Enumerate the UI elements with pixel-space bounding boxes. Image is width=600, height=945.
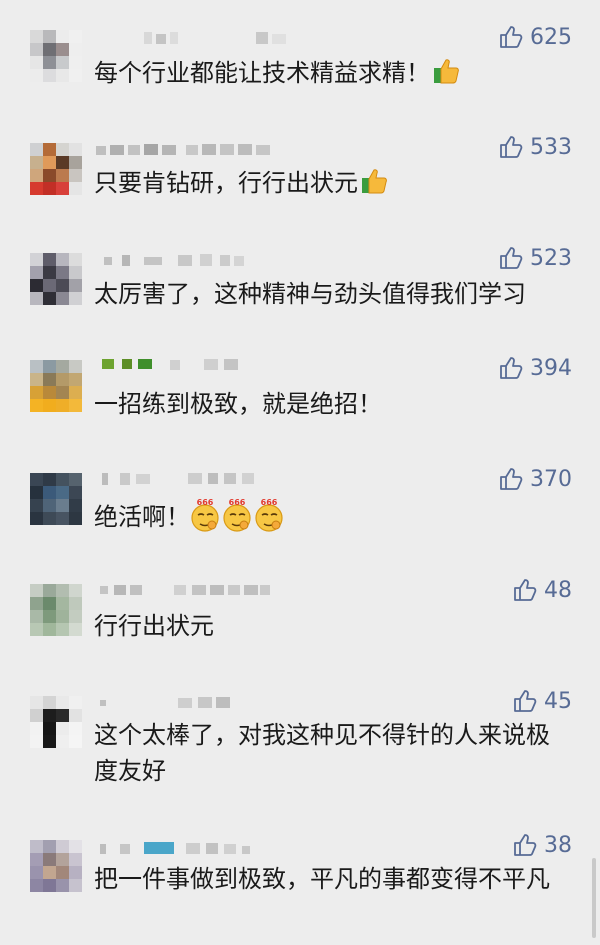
- like-count: 48: [544, 577, 572, 603]
- like-button[interactable]: 394: [498, 353, 572, 383]
- like-count: 533: [530, 134, 572, 160]
- thumbs-up-emoji-icon: [362, 169, 387, 194]
- blurred-username[interactable]: [96, 141, 306, 157]
- like-button[interactable]: 370: [498, 464, 572, 494]
- like-count: 394: [530, 355, 572, 381]
- blurred-username[interactable]: [96, 470, 306, 486]
- comment-text: 每个行业都能让技术精益求精！: [94, 55, 574, 91]
- 666-face-emoji-icon: 666: [255, 498, 283, 532]
- scrollbar[interactable]: [592, 858, 596, 938]
- avatar[interactable]: [30, 584, 82, 636]
- blurred-username[interactable]: [96, 252, 306, 268]
- thumbs-up-outline-icon: [514, 834, 537, 856]
- avatar[interactable]: [30, 840, 82, 892]
- comment-text: 行行出状元: [94, 612, 214, 640]
- like-button[interactable]: 38: [512, 830, 572, 860]
- avatar[interactable]: [30, 253, 82, 305]
- 666-face-emoji-icon: 666: [191, 498, 219, 532]
- blurred-username[interactable]: [96, 30, 306, 46]
- thumbs-up-outline-icon: [500, 468, 523, 490]
- svg-text:666: 666: [197, 498, 214, 507]
- thumbs-up-outline-icon: [500, 136, 523, 158]
- like-button[interactable]: 523: [498, 243, 572, 273]
- comment-text: 绝活啊！ 666 666 666: [94, 497, 574, 535]
- thumbs-up-outline-icon: [500, 247, 523, 269]
- thumbs-up-outline-icon: [500, 26, 523, 48]
- blurred-username[interactable]: [96, 840, 306, 856]
- like-count: 523: [530, 245, 572, 271]
- svg-text:666: 666: [229, 498, 246, 507]
- like-button[interactable]: 625: [498, 22, 572, 52]
- svg-text:666: 666: [261, 498, 278, 507]
- blurred-username[interactable]: [96, 356, 306, 372]
- thumbs-up-outline-icon: [514, 579, 537, 601]
- like-button[interactable]: 45: [512, 686, 572, 716]
- like-button[interactable]: 533: [498, 132, 572, 162]
- thumbs-up-outline-icon: [500, 357, 523, 379]
- avatar[interactable]: [30, 360, 82, 412]
- avatar[interactable]: [30, 473, 82, 525]
- comment-text: 只要肯钻研，行行出状元: [94, 165, 574, 201]
- like-count: 625: [530, 24, 572, 50]
- avatar[interactable]: [30, 696, 82, 748]
- avatar[interactable]: [30, 143, 82, 195]
- thumbs-up-emoji-icon: [434, 59, 459, 84]
- comment-text: 这个太棒了，对我这种见不得针的人来说极度友好: [94, 721, 550, 785]
- comment-text: 太厉害了，这种精神与劲头值得我们学习: [94, 280, 526, 308]
- like-count: 45: [544, 688, 572, 714]
- like-count: 370: [530, 466, 572, 492]
- blurred-username[interactable]: [96, 581, 306, 597]
- comment-text: 一招练到极致，就是绝招！: [94, 390, 382, 418]
- comment-text: 把一件事做到极致，平凡的事都变得不平凡: [94, 865, 550, 893]
- like-button[interactable]: 48: [512, 575, 572, 605]
- 666-face-emoji-icon: 666: [223, 498, 251, 532]
- blurred-username[interactable]: [96, 694, 306, 710]
- thumbs-up-outline-icon: [514, 690, 537, 712]
- like-count: 38: [544, 832, 572, 858]
- avatar[interactable]: [30, 30, 82, 82]
